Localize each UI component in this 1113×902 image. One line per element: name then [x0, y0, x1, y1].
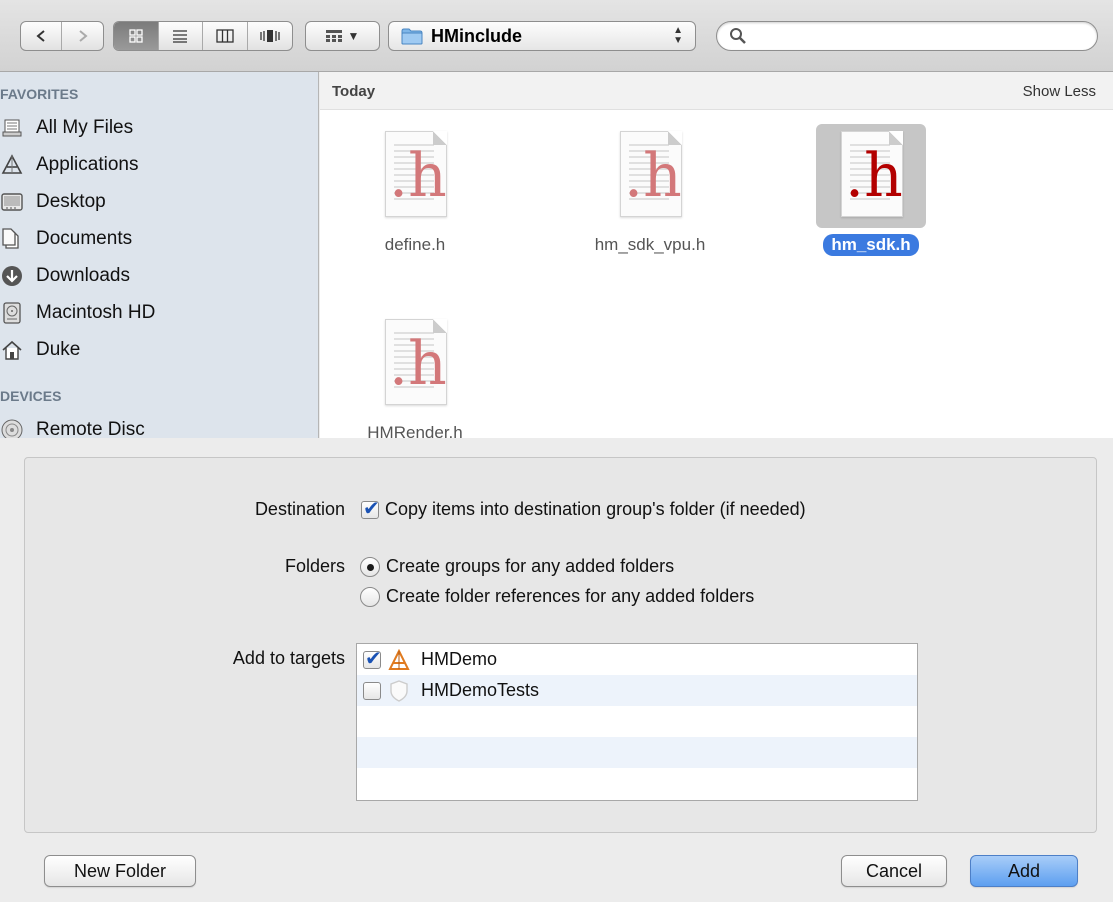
- icon-view-button[interactable]: [114, 22, 159, 50]
- copy-items-checkbox-row[interactable]: Copy items into destination group's fold…: [361, 496, 806, 521]
- sidebar-item-all-my-files[interactable]: All My Files: [2, 113, 134, 143]
- arrange-button[interactable]: ▼: [305, 21, 380, 51]
- sidebar: FAVORITES All My Files Applications Desk…: [0, 72, 319, 438]
- forward-arrow-icon: [78, 30, 88, 42]
- create-references-radio-row[interactable]: Create folder references for any added f…: [360, 586, 754, 607]
- search-icon: [730, 28, 746, 44]
- test-target-icon: [387, 679, 411, 703]
- search-field[interactable]: [716, 21, 1098, 51]
- header-file-icon: .h: [816, 124, 926, 228]
- documents-icon: [0, 227, 24, 251]
- targets-label: Add to targets: [232, 648, 345, 668]
- target-checkbox[interactable]: [363, 681, 381, 700]
- path-popup-label: HMinclude: [431, 25, 523, 46]
- sidebar-item-documents[interactable]: Documents: [2, 224, 133, 254]
- folder-icon: [401, 28, 423, 45]
- file-name: hm_sdk.h: [823, 234, 919, 256]
- sidebar-item-label: Macintosh HD: [36, 302, 156, 323]
- target-name: HMDemo: [421, 649, 498, 669]
- target-checkbox[interactable]: [363, 646, 382, 671]
- column-view-button[interactable]: [203, 22, 248, 50]
- column-view-icon: [216, 29, 234, 43]
- copy-items-label: Copy items into destination group's fold…: [385, 499, 806, 519]
- empty-row: [357, 737, 917, 768]
- sidebar-item-label: Documents: [36, 228, 133, 249]
- file-item[interactable]: .h HMRender.h: [335, 312, 495, 438]
- destination-label: Destination: [254, 499, 345, 519]
- view-mode-control[interactable]: [113, 21, 293, 51]
- show-less-link[interactable]: Show Less: [1023, 83, 1096, 100]
- target-row[interactable]: HMDemo: [357, 644, 917, 675]
- sidebar-item-remote-disc[interactable]: Remote Disc: [1, 415, 145, 438]
- path-popup[interactable]: HMinclude ▲ ▼: [388, 21, 696, 51]
- create-groups-radio[interactable]: [360, 556, 380, 577]
- file-name: HMRender.h: [367, 423, 463, 438]
- sidebar-item-label: Desktop: [36, 191, 106, 212]
- app-target-icon: [387, 648, 411, 672]
- add-button[interactable]: Add: [970, 855, 1078, 887]
- back-arrow-icon: [36, 30, 45, 42]
- favorites-header: FAVORITES: [0, 86, 79, 102]
- target-row[interactable]: HMDemoTests: [357, 675, 917, 706]
- empty-row: [357, 706, 917, 737]
- sidebar-item-label: Downloads: [36, 265, 130, 286]
- copy-items-checkbox[interactable]: [361, 496, 380, 521]
- toolbar: ▼ HMinclude ▲ ▼: [0, 0, 1113, 72]
- new-folder-button[interactable]: New Folder: [44, 855, 196, 887]
- devices-header: DEVICES: [0, 388, 62, 404]
- cover-flow-button[interactable]: [248, 22, 292, 50]
- list-view-button[interactable]: [159, 22, 203, 50]
- targets-list: HMDemo HMDemoTests: [356, 643, 918, 801]
- file-item[interactable]: .h hm_sdk_vpu.h: [570, 124, 730, 256]
- sidebar-item-macintosh-hd[interactable]: Macintosh HD: [3, 298, 156, 328]
- sidebar-item-applications[interactable]: Applications: [1, 150, 139, 180]
- group-header: Today Show Less: [320, 72, 1113, 110]
- arrange-grid-icon: [325, 30, 342, 42]
- header-file-icon: .h: [360, 124, 470, 228]
- header-file-icon: .h: [360, 312, 470, 416]
- folders-label: Folders: [284, 556, 345, 576]
- back-button[interactable]: [21, 22, 62, 50]
- forward-button[interactable]: [62, 22, 103, 50]
- sidebar-item-label: Duke: [36, 339, 81, 360]
- sidebar-item-downloads[interactable]: Downloads: [2, 261, 130, 291]
- target-name: HMDemoTests: [421, 680, 540, 700]
- group-title: Today: [332, 83, 376, 100]
- list-view-icon: [173, 30, 188, 43]
- cancel-button[interactable]: Cancel: [841, 855, 947, 887]
- remote-disc-icon: [0, 418, 24, 438]
- create-references-label: Create folder references for any added f…: [386, 586, 755, 606]
- all-files-icon: [0, 116, 24, 140]
- sidebar-item-label: Remote Disc: [36, 419, 145, 438]
- create-groups-radio-row[interactable]: Create groups for any added folders: [360, 556, 674, 577]
- cover-flow-icon: [260, 30, 280, 42]
- dropdown-arrow-icon: ▼: [347, 29, 360, 43]
- popup-updown-icon: ▲ ▼: [673, 25, 683, 46]
- hard-disk-icon: [0, 301, 24, 325]
- file-name: hm_sdk_vpu.h: [594, 235, 706, 254]
- file-item[interactable]: .h define.h: [335, 124, 495, 256]
- empty-row: [357, 768, 917, 799]
- create-groups-label: Create groups for any added folders: [386, 556, 675, 576]
- create-references-radio[interactable]: [360, 586, 380, 607]
- sidebar-item-duke[interactable]: Duke: [2, 335, 81, 365]
- sidebar-item-desktop[interactable]: Desktop: [1, 187, 106, 217]
- back-forward-control[interactable]: [20, 21, 104, 51]
- file-name: define.h: [384, 235, 446, 254]
- header-file-icon: .h: [595, 124, 705, 228]
- search-input[interactable]: [753, 26, 1083, 46]
- applications-icon: [0, 153, 24, 177]
- downloads-icon: [0, 264, 24, 288]
- home-icon: [0, 338, 24, 362]
- file-item-selected[interactable]: .h hm_sdk.h: [791, 124, 951, 256]
- sidebar-item-label: All My Files: [36, 117, 134, 138]
- icon-view-icon: [129, 29, 143, 43]
- sidebar-item-label: Applications: [36, 154, 139, 175]
- file-browser: Today Show Less .h define.h .h hm_sdk_vp…: [320, 72, 1113, 438]
- desktop-icon: [0, 190, 24, 214]
